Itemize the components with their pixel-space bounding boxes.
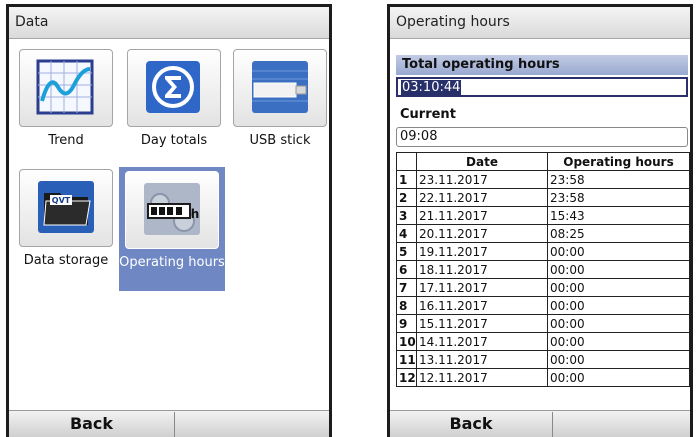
date-column-header: Date [416, 152, 548, 171]
operating-hours-screen: Operating hours Total operating hours 03… [387, 4, 693, 437]
row-hours: 00:00 [547, 332, 690, 351]
table-row[interactable]: 7 17.11.2017 00:00 [396, 278, 690, 297]
tile-data-storage[interactable]: QVT Data storage [15, 169, 117, 281]
total-operating-hours-field[interactable]: 03:10:44 [396, 77, 688, 97]
row-date: 18.11.2017 [416, 260, 548, 279]
row-hours: 00:00 [547, 242, 690, 261]
row-index: 4 [396, 224, 417, 243]
row-hours: 00:00 [547, 350, 690, 369]
row-date: 14.11.2017 [416, 332, 548, 351]
screen-title: Data [9, 7, 329, 39]
row-hours: 00:00 [547, 296, 690, 315]
row-date: 17.11.2017 [416, 278, 548, 297]
data-menu-screen: Data Trend Day totals USB stick QVT Data… [6, 4, 332, 437]
row-date: 22.11.2017 [416, 188, 548, 207]
row-hours: 00:00 [547, 260, 690, 279]
data-storage-tile-frame: QVT [19, 169, 113, 247]
table-row[interactable]: 5 19.11.2017 00:00 [396, 242, 690, 261]
tile-trend[interactable]: Trend [15, 49, 117, 161]
table-body: 1 23.11.2017 23:58 2 22.11.2017 23:58 3 21.11.2… [396, 170, 690, 387]
row-hours: 23:58 [547, 170, 690, 189]
usb-stick-tile-frame [233, 49, 327, 127]
tile-label: Trend [48, 133, 84, 148]
screen-title: Operating hours [390, 7, 690, 39]
row-hours: 23:58 [547, 188, 690, 207]
row-hours: 08:25 [547, 224, 690, 243]
operating-hours-table: Date Operating hours 1 23.11.2017 23:58 2 22… [396, 152, 690, 387]
tile-label: USB stick [249, 133, 311, 148]
table-header-row: Date Operating hours [396, 152, 690, 171]
tile-label: Data storage [23, 253, 109, 268]
hour-counter-icon: h [144, 183, 200, 235]
hours-column-header: Operating hours [547, 152, 690, 171]
sigma-icon [146, 61, 200, 113]
tile-label: Operating hours [119, 255, 225, 270]
table-row[interactable]: 10 14.11.2017 00:00 [396, 332, 690, 351]
row-hours: 15:43 [547, 206, 690, 225]
row-date: 13.11.2017 [416, 350, 548, 369]
table-row[interactable]: 2 22.11.2017 23:58 [396, 188, 690, 207]
table-row[interactable]: 8 16.11.2017 00:00 [396, 296, 690, 315]
table-row[interactable]: 12 12.11.2017 00:00 [396, 368, 690, 387]
table-row[interactable]: 3 21.11.2017 15:43 [396, 206, 690, 225]
row-index: 6 [396, 260, 417, 279]
total-operating-hours-value: 03:10:44 [401, 80, 462, 95]
row-index: 10 [396, 332, 417, 351]
tile-label: Day totals [140, 133, 208, 148]
total-operating-hours-label: Total operating hours [396, 55, 688, 75]
back-softkey[interactable]: Back [390, 411, 552, 437]
trend-chart-icon [36, 59, 94, 115]
svg-text:QVT: QVT [52, 196, 71, 205]
table-row[interactable]: 4 20.11.2017 08:25 [396, 224, 690, 243]
row-index: 8 [396, 296, 417, 315]
day-totals-tile-frame [127, 49, 221, 127]
back-softkey[interactable]: Back [9, 411, 174, 437]
folder-icon: QVT [38, 181, 94, 233]
row-date: 15.11.2017 [416, 314, 548, 333]
table-row[interactable]: 1 23.11.2017 23:58 [396, 170, 690, 189]
tile-operating-hours[interactable]: h Operating hours [119, 167, 225, 291]
operating-hours-tile-frame: h [125, 171, 219, 249]
row-index: 1 [396, 170, 417, 189]
row-date: 23.11.2017 [416, 170, 548, 189]
row-hours: 00:00 [547, 314, 690, 333]
tile-day-totals[interactable]: Day totals [123, 49, 225, 161]
table-row[interactable]: 9 15.11.2017 00:00 [396, 314, 690, 333]
row-index: 2 [396, 188, 417, 207]
row-hours: 00:00 [547, 278, 690, 297]
svg-text:h: h [191, 207, 200, 221]
row-index: 7 [396, 278, 417, 297]
row-index: 11 [396, 350, 417, 369]
softkey-bar: Back [390, 410, 690, 437]
index-column-header [396, 152, 417, 171]
row-index: 5 [396, 242, 417, 261]
current-hours-field[interactable]: 09:08 [396, 127, 688, 147]
row-date: 20.11.2017 [416, 224, 548, 243]
row-date: 12.11.2017 [416, 368, 548, 387]
row-index: 9 [396, 314, 417, 333]
row-date: 16.11.2017 [416, 296, 548, 315]
row-date: 21.11.2017 [416, 206, 548, 225]
table-row[interactable]: 11 13.11.2017 00:00 [396, 350, 690, 369]
row-index: 12 [396, 368, 417, 387]
usb-stick-icon [252, 61, 308, 113]
current-label: Current [400, 107, 456, 122]
row-index: 3 [396, 206, 417, 225]
right-softkey[interactable] [553, 411, 690, 437]
row-date: 19.11.2017 [416, 242, 548, 261]
row-hours: 00:00 [547, 368, 690, 387]
table-row[interactable]: 6 18.11.2017 00:00 [396, 260, 690, 279]
tile-usb-stick[interactable]: USB stick [229, 49, 329, 161]
right-softkey[interactable] [175, 411, 329, 437]
trend-tile-frame [19, 49, 113, 127]
softkey-bar: Back [9, 410, 329, 437]
